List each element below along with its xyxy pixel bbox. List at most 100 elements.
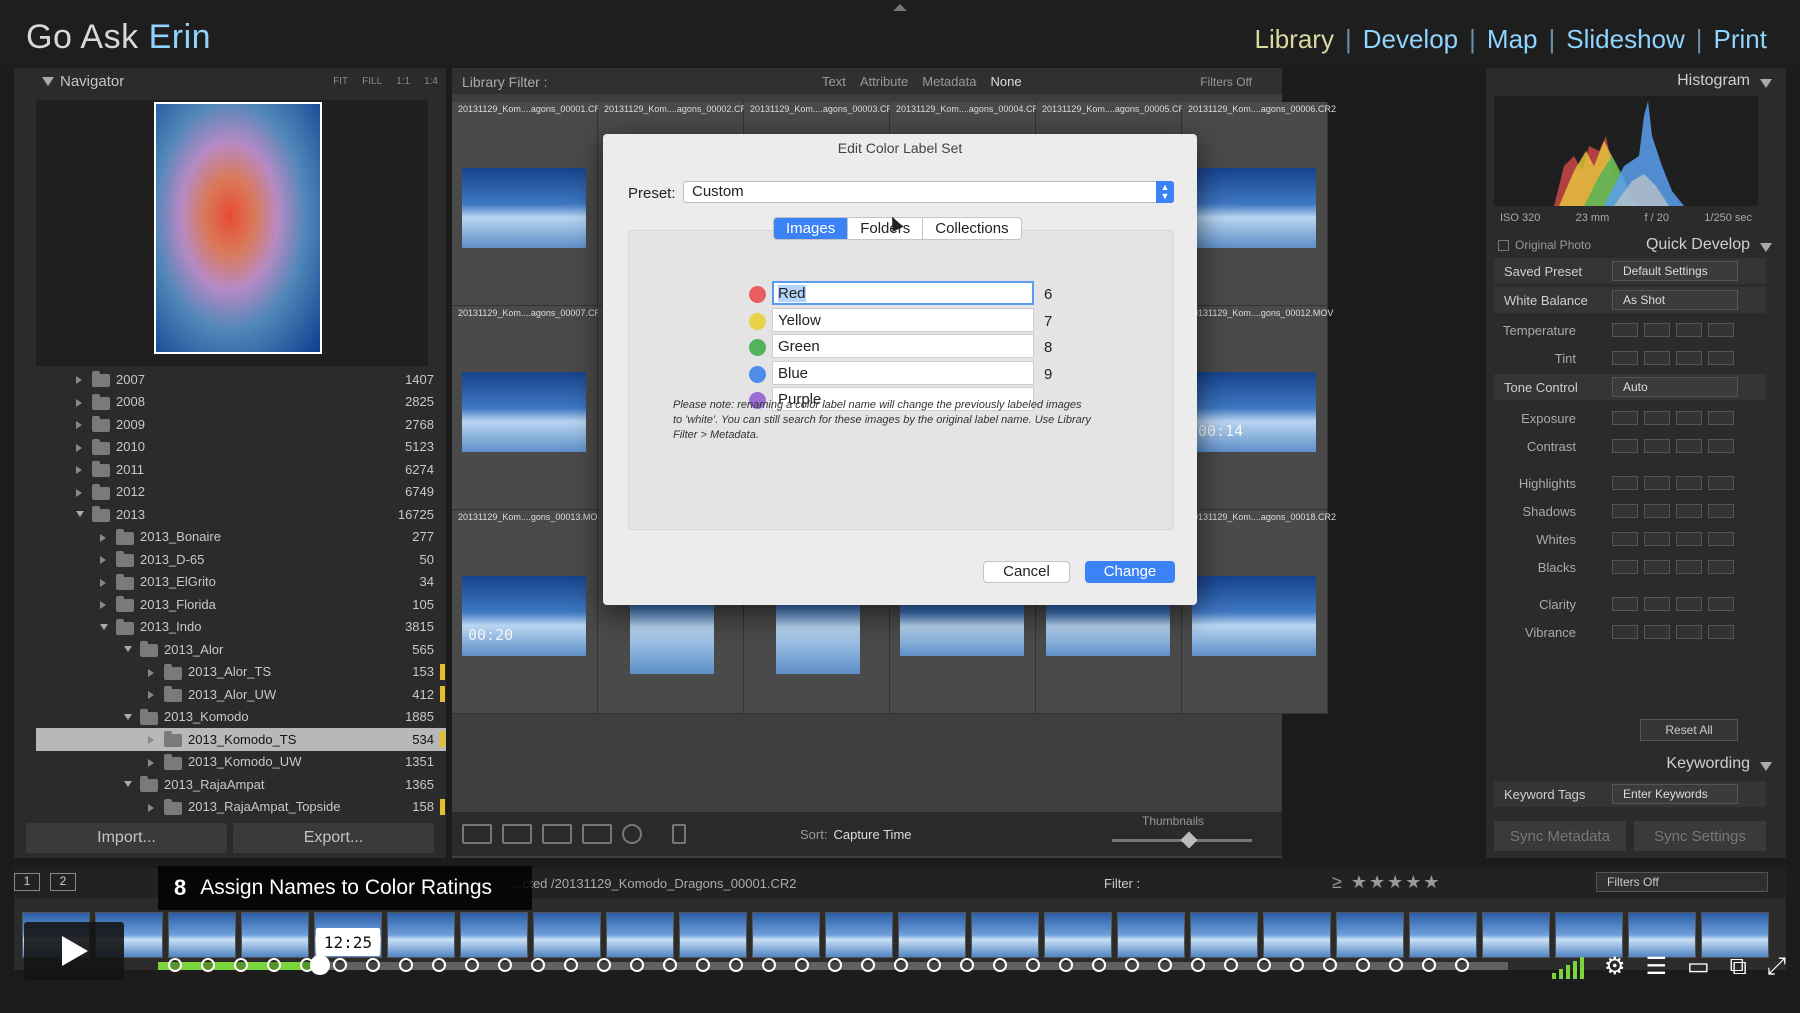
chapter-marker[interactable] bbox=[960, 958, 974, 972]
saved-preset-dropdown[interactable]: Default Settings bbox=[1612, 261, 1738, 281]
grid-cell[interactable]: 20131129_Kom....agons_00007.CR bbox=[452, 306, 601, 510]
exposure-buttons[interactable] bbox=[1612, 411, 1734, 425]
folder-row[interactable]: 2010 5123 bbox=[36, 436, 446, 459]
chapter-marker[interactable] bbox=[234, 958, 248, 972]
disclosure-collapsed-icon[interactable] bbox=[100, 578, 106, 587]
compare-view-icon[interactable] bbox=[542, 824, 572, 844]
chapter-marker[interactable] bbox=[729, 958, 743, 972]
grid-view-icon[interactable] bbox=[462, 824, 492, 844]
people-view-icon[interactable] bbox=[622, 824, 642, 844]
chapter-marker[interactable] bbox=[894, 958, 908, 972]
folder-row[interactable]: 2013_Florida 105 bbox=[36, 593, 446, 616]
chapter-marker[interactable] bbox=[762, 958, 776, 972]
chapter-marker[interactable] bbox=[432, 958, 446, 972]
chapter-marker[interactable] bbox=[267, 958, 281, 972]
folder-row[interactable]: 2013_Alor 565 bbox=[36, 638, 446, 661]
grid-thumbnail[interactable] bbox=[1192, 372, 1316, 452]
folder-row[interactable]: 2012 6749 bbox=[36, 481, 446, 504]
chapter-marker[interactable] bbox=[630, 958, 644, 972]
chapter-marker[interactable] bbox=[531, 958, 545, 972]
module-map[interactable]: Map bbox=[1476, 24, 1549, 55]
clarity-buttons[interactable] bbox=[1612, 597, 1734, 611]
highlights-buttons[interactable] bbox=[1612, 476, 1734, 490]
chapter-marker[interactable] bbox=[861, 958, 875, 972]
temperature-buttons[interactable] bbox=[1612, 323, 1734, 337]
sync-metadata-button[interactable]: Sync Metadata bbox=[1494, 821, 1626, 851]
folder-row[interactable]: 2011 6274 bbox=[36, 458, 446, 481]
chapter-marker[interactable] bbox=[1290, 958, 1304, 972]
sort-value[interactable]: Capture Time bbox=[833, 827, 911, 842]
progress-scrubber-knob[interactable] bbox=[310, 955, 330, 975]
chapter-marker[interactable] bbox=[1323, 958, 1337, 972]
disclosure-expanded-icon[interactable] bbox=[76, 511, 84, 517]
chapter-marker[interactable] bbox=[1026, 958, 1040, 972]
play-button[interactable] bbox=[24, 922, 124, 980]
color-label-name-input[interactable]: Green bbox=[772, 334, 1034, 358]
folder-row[interactable]: 2009 2768 bbox=[36, 413, 446, 436]
thumbnail-size-knob[interactable] bbox=[1180, 831, 1198, 849]
chapter-marker[interactable] bbox=[1455, 958, 1469, 972]
vibrance-buttons[interactable] bbox=[1612, 625, 1734, 639]
grid-thumbnail[interactable] bbox=[1192, 576, 1316, 656]
survey-view-icon[interactable] bbox=[582, 824, 612, 844]
chapter-marker[interactable] bbox=[201, 958, 215, 972]
updown-chevron-icon[interactable]: ▲ ▼ bbox=[1156, 181, 1174, 203]
chapter-marker[interactable] bbox=[366, 958, 380, 972]
folder-row[interactable]: 2013_Komodo 1885 bbox=[36, 706, 446, 729]
preset-dropdown[interactable]: Custom ▲ ▼ bbox=[683, 181, 1174, 203]
grid-cell[interactable]: 20131129_Kom....agons_00001.CR2 bbox=[452, 102, 606, 306]
disclosure-collapsed-icon[interactable] bbox=[76, 398, 82, 407]
disclosure-expanded-icon[interactable] bbox=[124, 713, 132, 720]
filter-text[interactable]: Text bbox=[822, 74, 846, 89]
filter-metadata[interactable]: Metadata bbox=[922, 74, 976, 89]
keyword-tags-dropdown[interactable]: Enter Keywords bbox=[1612, 784, 1738, 804]
tab-collections[interactable]: Collections bbox=[923, 218, 1020, 239]
auto-tone-button[interactable]: Auto bbox=[1612, 377, 1738, 397]
chapters-list-icon[interactable]: ☰ bbox=[1645, 952, 1667, 981]
quick-develop-header[interactable]: Quick Develop bbox=[1486, 232, 1786, 258]
chapter-marker[interactable] bbox=[1356, 958, 1370, 972]
color-label-name-input[interactable]: Yellow bbox=[772, 307, 1034, 332]
disclosure-collapsed-icon[interactable] bbox=[148, 758, 154, 767]
keywording-header[interactable]: Keywording bbox=[1486, 751, 1786, 777]
filter-none[interactable]: None bbox=[990, 74, 1021, 89]
chapter-marker[interactable] bbox=[1158, 958, 1172, 972]
import-button[interactable]: Import... bbox=[26, 823, 227, 853]
disclosure-expanded-icon[interactable] bbox=[124, 646, 132, 652]
secondary-window-button[interactable]: 2 bbox=[50, 873, 76, 891]
zoom-1-1[interactable]: 1:1 bbox=[396, 76, 410, 87]
chapter-marker[interactable] bbox=[465, 958, 479, 972]
grid-cell[interactable]: 20131129_Kom....gons_00012.MOV 00:14 bbox=[1182, 306, 1333, 510]
export-button[interactable]: Export... bbox=[233, 823, 434, 853]
filmstrip-source-path[interactable]: ...cted /20131129_Komodo_Dragons_00001.C… bbox=[512, 876, 797, 891]
folder-row[interactable]: 2013_Alor_TS 153 bbox=[36, 661, 446, 684]
disclosure-collapsed-icon[interactable] bbox=[100, 533, 106, 542]
contrast-buttons[interactable] bbox=[1612, 439, 1734, 453]
folder-row[interactable]: 2013 16725 bbox=[36, 503, 446, 526]
chapter-marker[interactable] bbox=[333, 958, 347, 972]
chapter-marker[interactable] bbox=[1257, 958, 1271, 972]
folder-row[interactable]: 2008 2825 bbox=[36, 391, 446, 414]
sync-settings-button[interactable]: Sync Settings bbox=[1634, 821, 1766, 851]
module-print[interactable]: Print bbox=[1703, 24, 1778, 55]
filter-attribute[interactable]: Attribute bbox=[860, 74, 908, 89]
chapter-marker[interactable] bbox=[1224, 958, 1238, 972]
chapter-marker[interactable] bbox=[993, 958, 1007, 972]
disclosure-expanded-icon[interactable] bbox=[124, 781, 132, 787]
filters-off-dropdown[interactable]: Filters Off bbox=[1200, 75, 1252, 89]
chapter-marker[interactable] bbox=[564, 958, 578, 972]
tab-folders[interactable]: Folders bbox=[848, 218, 924, 239]
filmstrip-filters-dropdown[interactable]: Filters Off bbox=[1596, 872, 1768, 892]
chapter-marker[interactable] bbox=[696, 958, 710, 972]
disclosure-collapsed-icon[interactable] bbox=[100, 601, 106, 609]
histogram-header[interactable]: Histogram bbox=[1486, 68, 1786, 94]
folder-row[interactable]: 2013_Bonaire 277 bbox=[36, 526, 446, 549]
grid-thumbnail[interactable] bbox=[462, 576, 586, 656]
disclosure-collapsed-icon[interactable] bbox=[100, 556, 106, 564]
chapter-marker[interactable] bbox=[1422, 958, 1436, 972]
zoom-fill[interactable]: FILL bbox=[362, 76, 382, 87]
disclosure-collapsed-icon[interactable] bbox=[148, 803, 154, 812]
folder-row[interactable]: 2013_Indo 3815 bbox=[36, 616, 446, 639]
volume-icon[interactable] bbox=[1551, 955, 1584, 979]
zoom-fit[interactable]: FIT bbox=[333, 76, 348, 87]
